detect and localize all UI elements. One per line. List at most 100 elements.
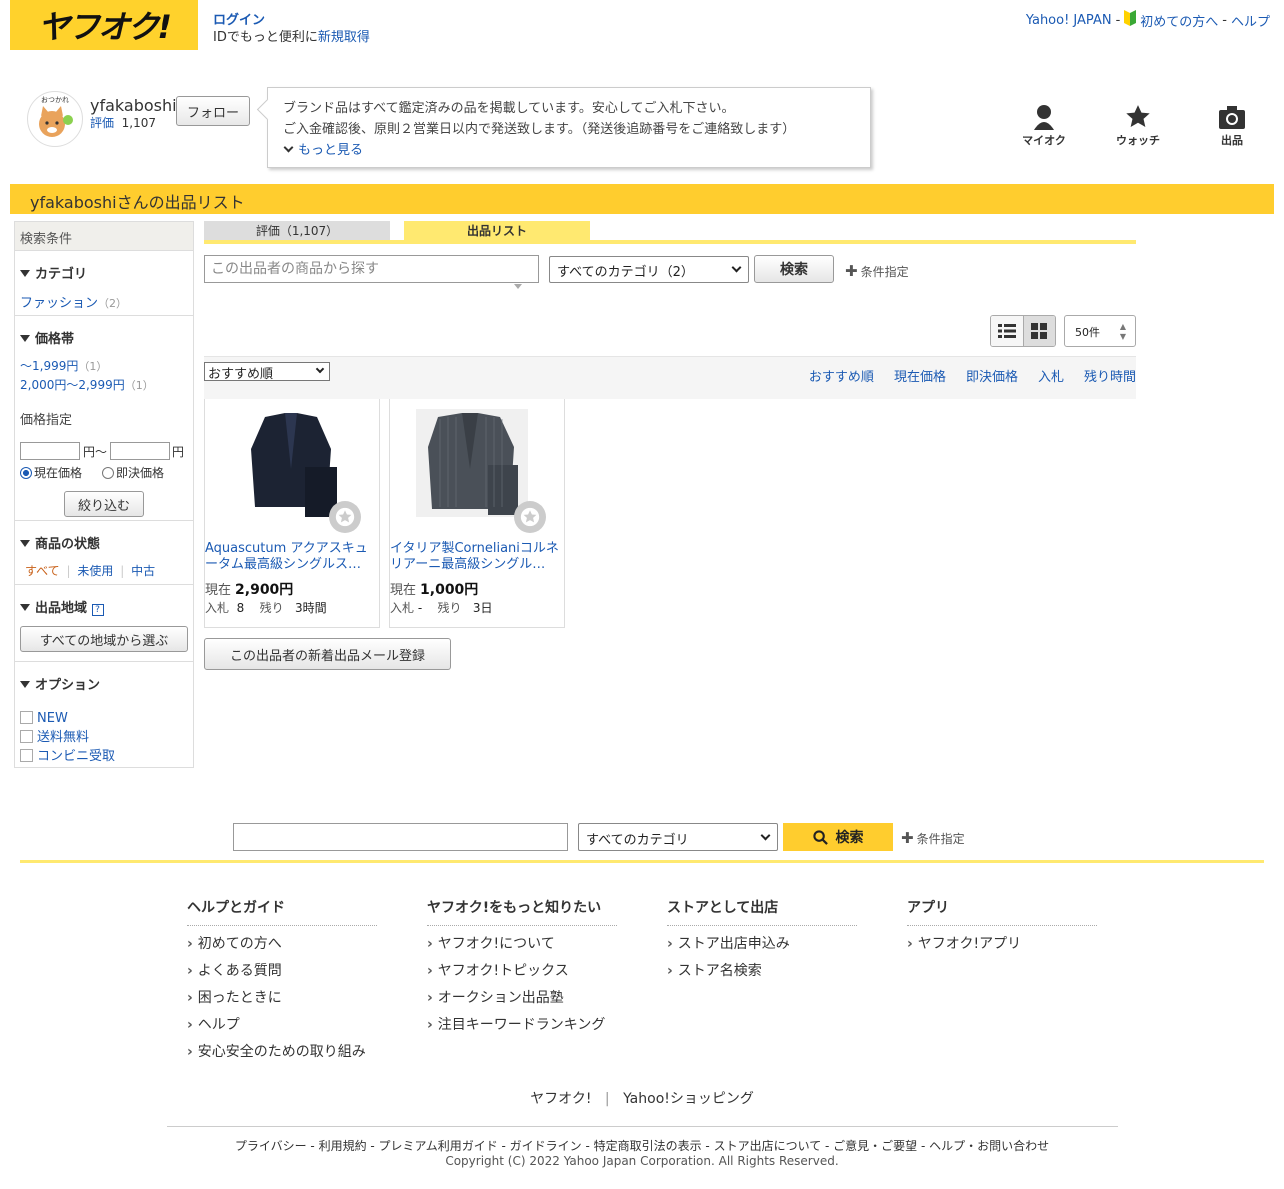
price-range-2-link[interactable]: 2,000円〜2,999円 (20, 378, 125, 392)
service-yafuoku-link[interactable]: ヤフオク! (530, 1091, 591, 1107)
price-range-1-link[interactable]: 〜1,999円 (20, 359, 78, 373)
list-view-icon[interactable] (991, 316, 1023, 346)
price-value: 1,000円 (420, 582, 479, 598)
footer-link[interactable]: ヤフオク!アプリ (907, 935, 1097, 962)
item-bids: 入札 - 残り 3日 (390, 599, 493, 616)
sort-links: おすすめ順 現在価格 即決価格 入札 残り時間 (809, 366, 1136, 385)
tab-listing[interactable]: 出品リスト (404, 221, 590, 241)
bottom-condition-link[interactable]: ✚ 条件指定 (901, 829, 965, 847)
sort-current-price[interactable]: 現在価格 (894, 366, 946, 385)
footer-link[interactable]: 初めての方へ (187, 935, 377, 962)
option-free-label[interactable]: 送料無料 (37, 730, 89, 745)
new-listing-mail-button[interactable]: この出品者の新着出品メール登録 (204, 638, 451, 670)
item-title-link[interactable]: Aquascutum アクアスキュータム最高級シングルス… (205, 541, 375, 573)
option-new[interactable]: NEW (20, 709, 188, 728)
bids-label: 入札 (205, 601, 230, 615)
yafuoku-logo[interactable]: ヤフオク! (10, 0, 198, 50)
service-shopping-link[interactable]: Yahoo!ショッピング (623, 1091, 754, 1107)
register-link[interactable]: 新規取得 (318, 30, 370, 45)
condition-title[interactable]: 商品の状態 (20, 533, 188, 552)
footer-link[interactable]: 注目キーワードランキング (427, 1016, 617, 1043)
footer-link[interactable]: ストア名検索 (667, 962, 857, 989)
item-title-link[interactable]: イタリア製Cornelianiコルネリアーニ最高級シングル… (390, 541, 560, 573)
footer-col-about: ヤフオク!をもっと知りたい ヤフオク!について ヤフオク!トピックス オークショ… (427, 897, 617, 1043)
legal-links[interactable]: プライバシー - 利用規約 - プレミアム利用ガイド - ガイドライン - 特定… (0, 1137, 1284, 1154)
condition-label: 条件指定 (860, 264, 909, 279)
sort-recommended[interactable]: おすすめ順 (809, 366, 874, 385)
option-conv-label[interactable]: コンビニ受取 (37, 749, 115, 764)
option-convenience[interactable]: コンビニ受取 (20, 747, 188, 766)
footer-link[interactable]: ヤフオク!について (427, 935, 617, 962)
more-label: もっと見る (298, 143, 364, 158)
cond-all-selected[interactable]: すべて (25, 564, 60, 578)
watch-star-button[interactable] (514, 501, 546, 533)
yen-to-label: 円 (172, 444, 185, 459)
item-image[interactable] (416, 409, 528, 517)
per-page-stepper[interactable]: 50件 ▲ ▼ (1064, 315, 1136, 347)
checkbox[interactable] (20, 711, 33, 724)
price-min-input[interactable] (20, 442, 80, 460)
rating-value: 1,107 (121, 116, 157, 130)
plus-icon: ✚ (845, 262, 858, 280)
stepper-arrows-icon[interactable]: ▲ ▼ (1120, 322, 1126, 342)
bottom-search-button[interactable]: 検索 (783, 823, 893, 851)
yahoo-japan-link[interactable]: Yahoo! JAPAN (1026, 13, 1112, 28)
follow-button[interactable]: フォロー (176, 96, 250, 126)
footer-col-app: アプリ ヤフオク!アプリ (907, 897, 1097, 962)
sort-select[interactable]: おすすめ順 (204, 362, 330, 382)
condition-link[interactable]: ✚ 条件指定 (845, 262, 909, 280)
bottom-category-select[interactable]: すべてのカテゴリ (578, 823, 778, 851)
item-card: イタリア製Cornelianiコルネリアーニ最高級シングル… 現在 1,000円 … (389, 399, 565, 628)
price-title[interactable]: 価格帯 (20, 328, 188, 347)
tab-rating[interactable]: 評価（1,107） (204, 221, 390, 241)
first-time-link[interactable]: 初めての方へ (1140, 11, 1218, 30)
bottom-search-input[interactable] (233, 823, 568, 851)
checkbox[interactable] (20, 749, 33, 762)
footer-link[interactable]: オークション出品塾 (427, 989, 617, 1016)
cond-used-link[interactable]: 中古 (131, 564, 155, 578)
separator: - (1115, 12, 1121, 28)
watch-link[interactable]: ウォッチ (1108, 104, 1168, 148)
option-free-shipping[interactable]: 送料無料 (20, 728, 188, 747)
radio-buynow-price[interactable] (102, 466, 115, 479)
option-title[interactable]: オプション (20, 674, 188, 693)
footer-link[interactable]: 安心安全のための取り組み (187, 1043, 377, 1070)
sell-link[interactable]: 出品 (1202, 104, 1262, 148)
narrow-button[interactable]: 絞り込む (64, 491, 144, 517)
more-link[interactable]: もっと見る (283, 140, 855, 161)
option-new-label[interactable]: NEW (37, 711, 68, 726)
help-icon[interactable]: ? (91, 604, 104, 616)
separator: - (1222, 12, 1227, 28)
checkbox[interactable] (20, 730, 33, 743)
cond-new-link[interactable]: 未使用 (77, 564, 113, 578)
search-icon (812, 829, 828, 845)
footer-link[interactable]: ヘルプ (187, 1016, 377, 1043)
region-title[interactable]: 出品地域 ? (20, 597, 188, 616)
category-title[interactable]: カテゴリ (20, 263, 188, 282)
grid-view-icon[interactable] (1022, 316, 1055, 346)
help-link[interactable]: ヘルプ (1231, 11, 1270, 30)
footer-link[interactable]: ヤフオク!トピックス (427, 962, 617, 989)
price-max-input[interactable] (110, 442, 171, 460)
category-select[interactable]: すべてのカテゴリ（2） (549, 256, 749, 283)
seller-avatar[interactable]: おつかれ (27, 91, 83, 147)
myauc-link[interactable]: マイオク (1014, 104, 1074, 148)
footer-link[interactable]: ストア出店申込み (667, 935, 857, 962)
sort-buynow-price[interactable]: 即決価格 (966, 366, 1018, 385)
triangle-down-icon (20, 270, 30, 277)
footer-link[interactable]: 困ったときに (187, 989, 377, 1016)
search-button[interactable]: 検索 (754, 255, 834, 283)
seller-search-input[interactable]: この出品者の商品から探す (204, 255, 539, 283)
sort-remaining[interactable]: 残り時間 (1084, 366, 1136, 385)
footer-link[interactable]: よくある質問 (187, 962, 377, 989)
footer-col-title: ストアとして出店 (667, 897, 857, 926)
category-fashion-link[interactable]: ファッション (20, 296, 98, 311)
watch-star-button[interactable] (329, 501, 361, 533)
radio-current-price[interactable] (20, 466, 32, 479)
sort-bids[interactable]: 入札 (1038, 366, 1064, 385)
suggest-toggle-icon[interactable] (514, 284, 522, 289)
item-image[interactable] (235, 409, 347, 517)
rating-link[interactable]: 評価 (90, 116, 114, 130)
region-select-button[interactable]: すべての地域から選ぶ (20, 626, 188, 652)
triangle-down-icon (20, 335, 30, 342)
